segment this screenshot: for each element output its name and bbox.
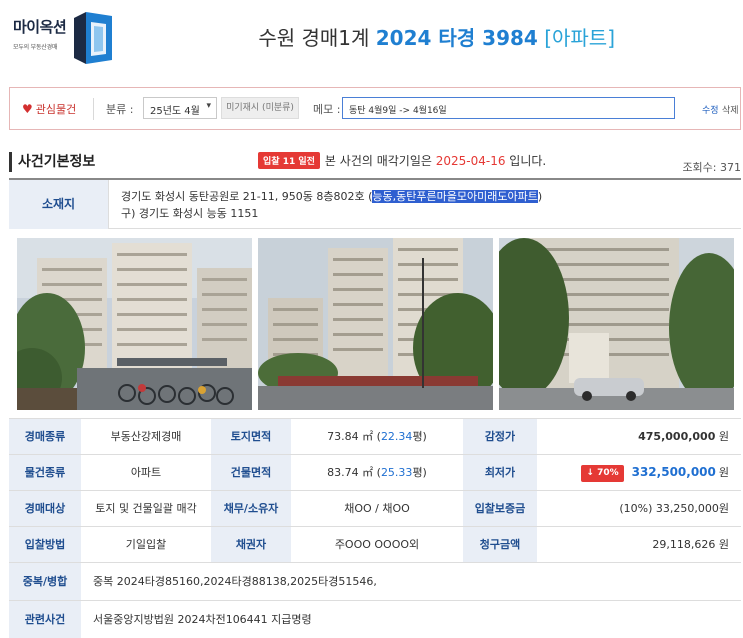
auction-target-label: 경매대상	[9, 491, 81, 526]
unclassified-button[interactable]: 미기재시 (미분류)	[221, 97, 299, 119]
table-row: 관련사건 서울중앙지방법원 2024차전106441 지급명령	[9, 601, 741, 638]
property-type-tag: [아파트]	[544, 26, 615, 50]
favorite-label: 관심물건	[35, 103, 77, 116]
won-unit: 원	[718, 430, 729, 443]
table-row: 경매종류 부동산강제경매 토지면적 73.84 ㎡ (22.34평) 감정가 4…	[9, 419, 741, 455]
property-type-value: 아파트	[130, 466, 162, 479]
photo-gallery	[9, 229, 741, 419]
sale-date-notice: 입찰 11 일전 본 사건의 매각기일은 2025-04-16 입니다.	[258, 152, 546, 169]
address-row: 소재지 경기도 화성시 동탄공원로 21-11, 950동 8층802호 (능동…	[9, 178, 741, 229]
min-price-label: 최저가	[463, 455, 537, 490]
table-row: 입찰방법 기일입찰 채권자 주OOO OOOO외 청구금액 29,118,626…	[9, 527, 741, 563]
won-unit: 원	[718, 466, 729, 479]
memo-label: 메모 :	[313, 103, 341, 116]
bid-deposit-value: (10%) 33,250,000원	[619, 502, 729, 515]
apartment-photo-1[interactable]	[17, 238, 252, 410]
auction-type-label: 경매종류	[9, 419, 81, 454]
table-row: 중복/병합 중복 2024타경85160,2024타경88138,2025타경5…	[9, 563, 741, 601]
chevron-down-icon: ▾	[206, 101, 211, 111]
complex-name-highlight: 능동,동탄푸른마을모아미래도아파트	[372, 190, 538, 203]
favorite-memo-bar: ♥ 관심물건 분류 : 25년도 4월 ▾ 미기재시 (미분류) 메모 : 동탄 …	[9, 87, 741, 130]
road-address: 경기도 화성시 동탄공원로 21-11, 950동 8층802호 (능동,동탄푸…	[121, 188, 542, 205]
memo-edit-link[interactable]: 수정	[702, 103, 719, 116]
court-name: 수원 경매1계	[258, 26, 370, 50]
debtor-owner-label: 채무/소유자	[211, 491, 291, 526]
building-area-m2: 83.74 ㎡	[327, 466, 374, 479]
land-area-m2: 73.84 ㎡	[327, 430, 374, 443]
section-title: 사건기본정보	[9, 152, 95, 172]
appraisal-label: 감정가	[463, 419, 537, 454]
creditor-label: 채권자	[211, 527, 291, 562]
price-drop-badge: ↓ 70%	[581, 465, 624, 482]
land-area-value: 73.84 ㎡ (22.34평)	[327, 430, 427, 443]
address-label: 소재지	[9, 180, 109, 229]
auction-type-value: 부동산강제경매	[110, 430, 182, 443]
land-area-pyeong: 22.34	[380, 430, 413, 443]
building-area-value: 83.74 ㎡ (25.33평)	[327, 466, 427, 479]
memo-delete-link[interactable]: 삭제	[722, 103, 739, 116]
related-case-value: 서울중앙지방법원 2024차전106441 지급명령	[93, 613, 312, 626]
min-price-value: ↓ 70% 332,500,000 원	[537, 455, 741, 490]
table-row: 물건종류 아파트 건물면적 83.74 ㎡ (25.33평) 최저가 ↓ 70%…	[9, 455, 741, 491]
apartment-photo-3[interactable]	[499, 238, 734, 410]
min-price-amount: 332,500,000	[631, 465, 716, 479]
road-address-text: 경기도 화성시 동탄공원로 21-11, 950동 8층802호 (	[121, 190, 373, 203]
claim-amount-label: 청구금액	[463, 527, 537, 562]
category-select[interactable]: 25년도 4월 ▾	[143, 97, 217, 119]
claim-amount-value: 29,118,626 원	[652, 538, 729, 551]
apartment-photo-2[interactable]	[258, 238, 493, 410]
duplicate-merge-label: 중복/병합	[9, 563, 81, 600]
creditor-value: 주OOO OOOO외	[334, 538, 420, 551]
address-lines: 경기도 화성시 동탄공원로 21-11, 950동 8층802호 (능동,동탄푸…	[121, 188, 542, 222]
favorite-toggle[interactable]: ♥ 관심물건	[22, 101, 76, 117]
building-area-pyeong: 25.33	[380, 466, 413, 479]
related-case-label: 관련사건	[9, 601, 81, 638]
view-count: 조회수: 371	[682, 161, 741, 174]
category-label: 분류 :	[106, 103, 134, 116]
heart-icon: ♥	[22, 102, 33, 116]
header: 마이옥션 모두의 부동산경매 수원 경매1계 2024 타경 3984 [아파트…	[0, 0, 743, 78]
page-title: 수원 경매1계 2024 타경 3984 [아파트]	[0, 22, 743, 51]
divider	[93, 98, 94, 120]
notice-prefix: 본 사건의 매각기일은	[324, 154, 436, 168]
building-area-label: 건물면적	[211, 455, 291, 490]
case-number: 2024 타경 3984	[375, 26, 538, 50]
days-left-badge: 입찰 11 일전	[258, 152, 320, 169]
land-area-label: 토지면적	[211, 419, 291, 454]
notice-suffix: 입니다.	[505, 154, 547, 168]
auction-target-value: 토지 및 건물일괄 매각	[95, 502, 197, 515]
memo-input[interactable]: 동탄 4월9일 -> 4월16일	[342, 97, 675, 119]
road-address-close: )	[537, 190, 543, 203]
appraisal-amount: 475,000,000	[638, 430, 716, 443]
sale-date: 2025-04-16	[435, 154, 506, 168]
lot-address: 구) 경기도 화성시 능동 1151	[121, 207, 259, 220]
bid-method-value: 기일입찰	[125, 538, 167, 551]
table-row: 경매대상 토지 및 건물일괄 매각 채무/소유자 채OO / 채OO 입찰보증금…	[9, 491, 741, 527]
debtor-owner-value: 채OO / 채OO	[344, 502, 410, 515]
bid-method-label: 입찰방법	[9, 527, 81, 562]
property-type-label: 물건종류	[9, 455, 81, 490]
duplicate-merge-value: 중복 2024타경85160,2024타경88138,2025타경51546,	[93, 575, 377, 588]
category-selected-value: 25년도 4월	[150, 106, 200, 117]
appraisal-value: 475,000,000 원	[537, 419, 741, 454]
bid-deposit-label: 입찰보증금	[463, 491, 537, 526]
